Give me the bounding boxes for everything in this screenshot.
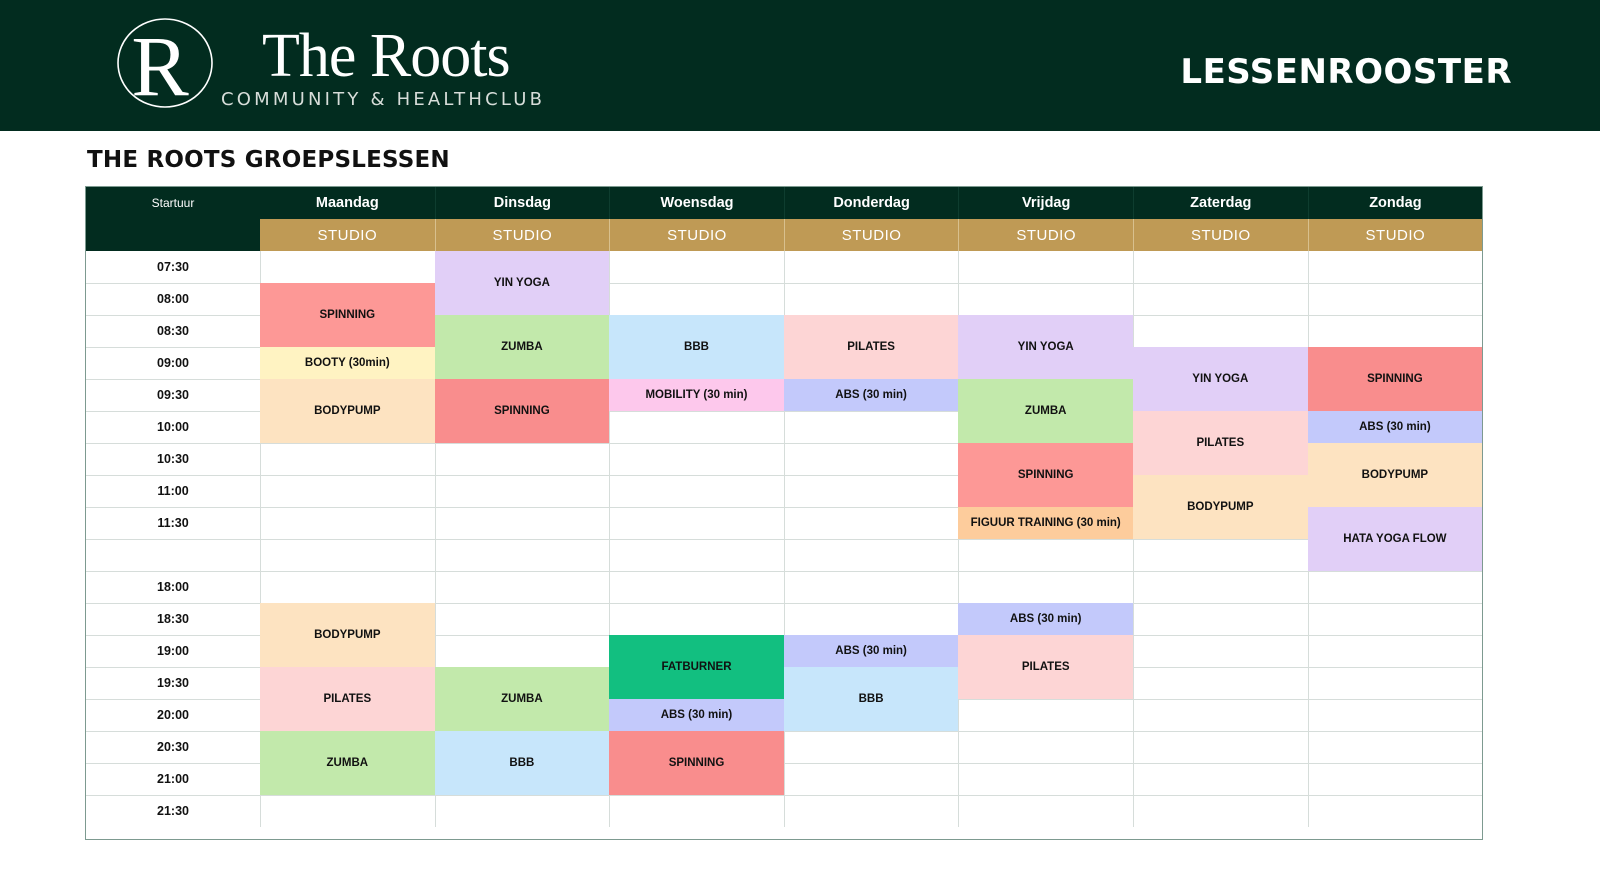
time-label: 07:30 [157, 260, 189, 274]
class-block: ABS (30 min) [783, 635, 959, 667]
day-header-maandag: Maandag [260, 187, 435, 219]
time-label: 18:00 [157, 580, 189, 594]
class-block: YIN YOGA [434, 251, 610, 315]
day-header-dinsdag: Dinsdag [434, 187, 610, 219]
class-block: HATA YOGA FLOW [1307, 507, 1483, 571]
studio-header: STUDIO [1307, 219, 1483, 251]
time-label: 21:30 [157, 804, 189, 818]
class-block: ABS (30 min) [609, 699, 784, 731]
class-block: MOBILITY (30 min) [609, 379, 784, 411]
class-block: ABS (30 min) [1307, 411, 1483, 443]
class-block: SPINNING [434, 379, 610, 443]
class-block: PILATES [958, 635, 1133, 699]
class-block: SPINNING [609, 731, 784, 795]
header-bar: R The Roots COMMUNITY & HEALTHCLUB LESSE… [0, 0, 1600, 131]
class-block: BBB [609, 315, 784, 379]
time-label: 10:30 [157, 452, 189, 466]
time-label: 21:00 [157, 772, 189, 786]
time-label [86, 539, 260, 571]
class-block: SPINNING [1307, 347, 1483, 411]
time-label: 11:30 [157, 516, 189, 530]
time-label: 09:00 [157, 356, 189, 370]
time-label: 19:00 [157, 644, 189, 658]
class-block: ZUMBA [958, 379, 1133, 443]
class-block: PILATES [783, 315, 959, 379]
class-block: BODYPUMP [1307, 443, 1483, 507]
class-block: BBB [783, 667, 959, 731]
class-block: YIN YOGA [1133, 347, 1308, 411]
class-block: BODYPUMP [260, 603, 435, 667]
class-block: ABS (30 min) [783, 379, 959, 411]
day-header-zondag: Zondag [1307, 187, 1483, 219]
studio-header: STUDIO [434, 219, 610, 251]
class-block: SPINNING [260, 283, 435, 347]
schedule-table: Startuur Maandag STUDIO Dinsdag STUDIO Woensd… [85, 186, 1483, 840]
time-label: 08:30 [157, 324, 189, 338]
studio-header: STUDIO [783, 219, 959, 251]
class-block: SPINNING [958, 443, 1133, 507]
logo-letter: R [131, 18, 189, 109]
class-block: FATBURNER [609, 635, 784, 699]
day-header-zaterdag: Zaterdag [1133, 187, 1308, 219]
studio-header: STUDIO [958, 219, 1133, 251]
class-block: ZUMBA [260, 731, 435, 795]
time-label: 09:30 [157, 388, 189, 402]
day-header-woensdag: Woensdag [609, 187, 784, 219]
class-block: ZUMBA [434, 315, 610, 379]
class-block: ABS (30 min) [958, 603, 1133, 635]
grid-column-line [1133, 251, 1134, 827]
studio-header: STUDIO [260, 219, 435, 251]
day-header-vrijdag: Vrijdag [958, 187, 1133, 219]
studio-header-blank [86, 219, 260, 251]
time-label: 10:00 [157, 420, 189, 434]
time-label: 08:00 [157, 292, 189, 306]
time-label: 18:30 [157, 612, 189, 626]
studio-header: STUDIO [1133, 219, 1308, 251]
class-block: BBB [434, 731, 610, 795]
roots-logo-icon: R [117, 18, 213, 109]
class-block: FIGUUR TRAINING (30 min) [958, 507, 1133, 539]
brand-name: The Roots [262, 22, 511, 90]
class-block: PILATES [1133, 411, 1308, 475]
section-title: THE ROOTS GROEPSLESSEN [87, 147, 450, 173]
day-header-donderdag: Donderdag [783, 187, 959, 219]
brand-tagline: COMMUNITY & HEALTHCLUB [221, 89, 546, 110]
class-block: YIN YOGA [958, 315, 1133, 379]
time-label: 11:00 [157, 484, 189, 498]
time-label: 20:30 [157, 740, 189, 754]
class-block: ZUMBA [434, 667, 610, 731]
class-block: PILATES [260, 667, 435, 731]
class-block: BOOTY (30min) [260, 347, 435, 379]
time-label: 19:30 [157, 676, 189, 690]
class-block: BODYPUMP [260, 379, 435, 443]
time-label: 20:00 [157, 708, 189, 722]
page-label: LESSENROOSTER [1180, 52, 1512, 92]
class-block: BODYPUMP [1133, 475, 1308, 539]
studio-header: STUDIO [609, 219, 784, 251]
start-time-header: Startuur [86, 187, 260, 219]
